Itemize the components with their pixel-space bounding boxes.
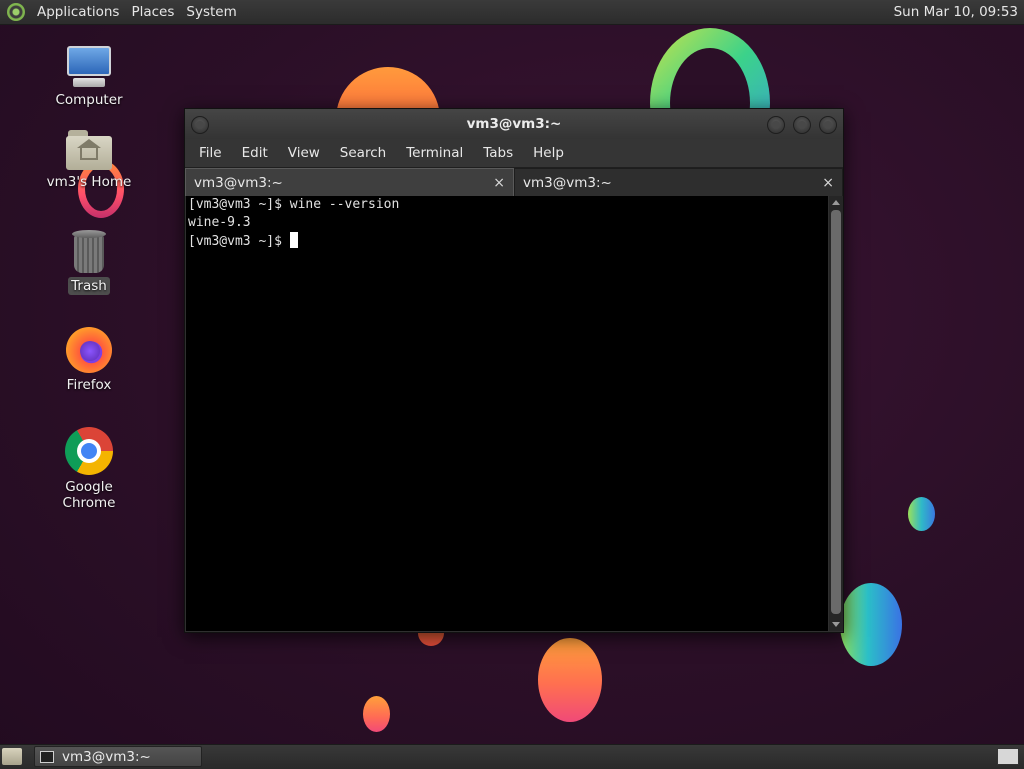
menu-tabs[interactable]: Tabs <box>473 145 523 161</box>
desktop-icon-label: Firefox <box>66 377 112 393</box>
scroll-up-arrow-icon[interactable] <box>832 200 840 205</box>
tab-close-icon[interactable]: × <box>822 175 834 191</box>
desktop-icon-chrome[interactable]: Google Chrome <box>34 427 144 512</box>
trash-icon <box>71 230 107 274</box>
terminal-line: [vm3@vm3 ~]$ wine --version <box>188 197 400 212</box>
terminal-prompt-line: [vm3@vm3 ~]$ <box>186 232 828 250</box>
wallpaper-blue-bubble-large <box>840 583 902 666</box>
text-cursor <box>289 232 298 248</box>
scrollbar-thumb[interactable] <box>831 210 841 614</box>
menu-edit[interactable]: Edit <box>232 145 278 161</box>
scrollbar[interactable] <box>829 196 843 631</box>
terminal-icon <box>40 750 54 763</box>
tab-close-icon[interactable]: × <box>493 175 505 191</box>
applications-menu[interactable]: Applications <box>31 4 125 20</box>
system-menu[interactable]: System <box>180 4 242 20</box>
desktop-icon-label: Trash <box>68 277 110 295</box>
tab-bar: vm3@vm3:~ × vm3@vm3:~ × <box>185 167 843 196</box>
wallpaper-pink-bubble-large <box>538 638 602 722</box>
terminal-window[interactable]: vm3@vm3:~ File Edit View Search Terminal… <box>184 108 844 633</box>
clock[interactable]: Sun Mar 10, 09:53 <box>894 4 1024 20</box>
menu-bar: File Edit View Search Terminal Tabs Help <box>185 139 843 167</box>
maximize-button[interactable] <box>793 116 811 134</box>
show-desktop-icon[interactable] <box>2 748 22 765</box>
bottom-panel: vm3@vm3:~ <box>0 744 1024 769</box>
workspace-switcher[interactable] <box>997 748 1019 765</box>
window-title: vm3@vm3:~ <box>466 116 562 132</box>
wallpaper-pink-bubble-small <box>363 696 390 732</box>
wallpaper-blue-bubble-small <box>908 497 935 531</box>
menu-terminal[interactable]: Terminal <box>396 145 473 161</box>
menu-search[interactable]: Search <box>330 145 396 161</box>
desktop-icon-computer[interactable]: Computer <box>34 46 144 109</box>
terminal-output[interactable]: [vm3@vm3 ~]$ wine --version wine-9.3 [vm… <box>186 196 828 631</box>
tab-label: vm3@vm3:~ <box>194 174 283 191</box>
places-menu[interactable]: Places <box>125 4 180 20</box>
computer-icon <box>65 46 113 88</box>
desktop-icon-label: Google Chrome <box>62 479 116 511</box>
menu-file[interactable]: File <box>189 145 232 161</box>
desktop-icon-label: Computer <box>55 92 123 108</box>
tab-label: vm3@vm3:~ <box>523 174 612 191</box>
terminal-line: wine-9.3 <box>188 215 251 230</box>
tab-1[interactable]: vm3@vm3:~ × <box>185 168 514 196</box>
menu-view[interactable]: View <box>278 145 330 161</box>
top-panel: Applications Places System Sun Mar 10, 0… <box>0 0 1024 25</box>
taskbar-button-label: vm3@vm3:~ <box>62 748 151 765</box>
desktop-icon-firefox[interactable]: Firefox <box>34 327 144 394</box>
desktop-icon-home[interactable]: vm3's Home <box>34 130 144 191</box>
distro-logo-icon[interactable] <box>7 3 25 21</box>
taskbar-button-terminal[interactable]: vm3@vm3:~ <box>34 746 202 767</box>
chrome-icon <box>65 427 113 475</box>
desktop-icon-label: vm3's Home <box>46 174 132 190</box>
window-titlebar[interactable]: vm3@vm3:~ <box>185 109 843 139</box>
tab-2[interactable]: vm3@vm3:~ × <box>514 168 843 196</box>
desktop-icon-trash[interactable]: Trash <box>34 230 144 295</box>
menu-help[interactable]: Help <box>523 145 574 161</box>
home-folder-icon <box>66 130 112 170</box>
close-button[interactable] <box>819 116 837 134</box>
firefox-icon <box>66 327 112 373</box>
minimize-button[interactable] <box>767 116 785 134</box>
scroll-down-arrow-icon[interactable] <box>832 622 840 627</box>
terminal-prompt: [vm3@vm3 ~]$ <box>188 234 290 249</box>
